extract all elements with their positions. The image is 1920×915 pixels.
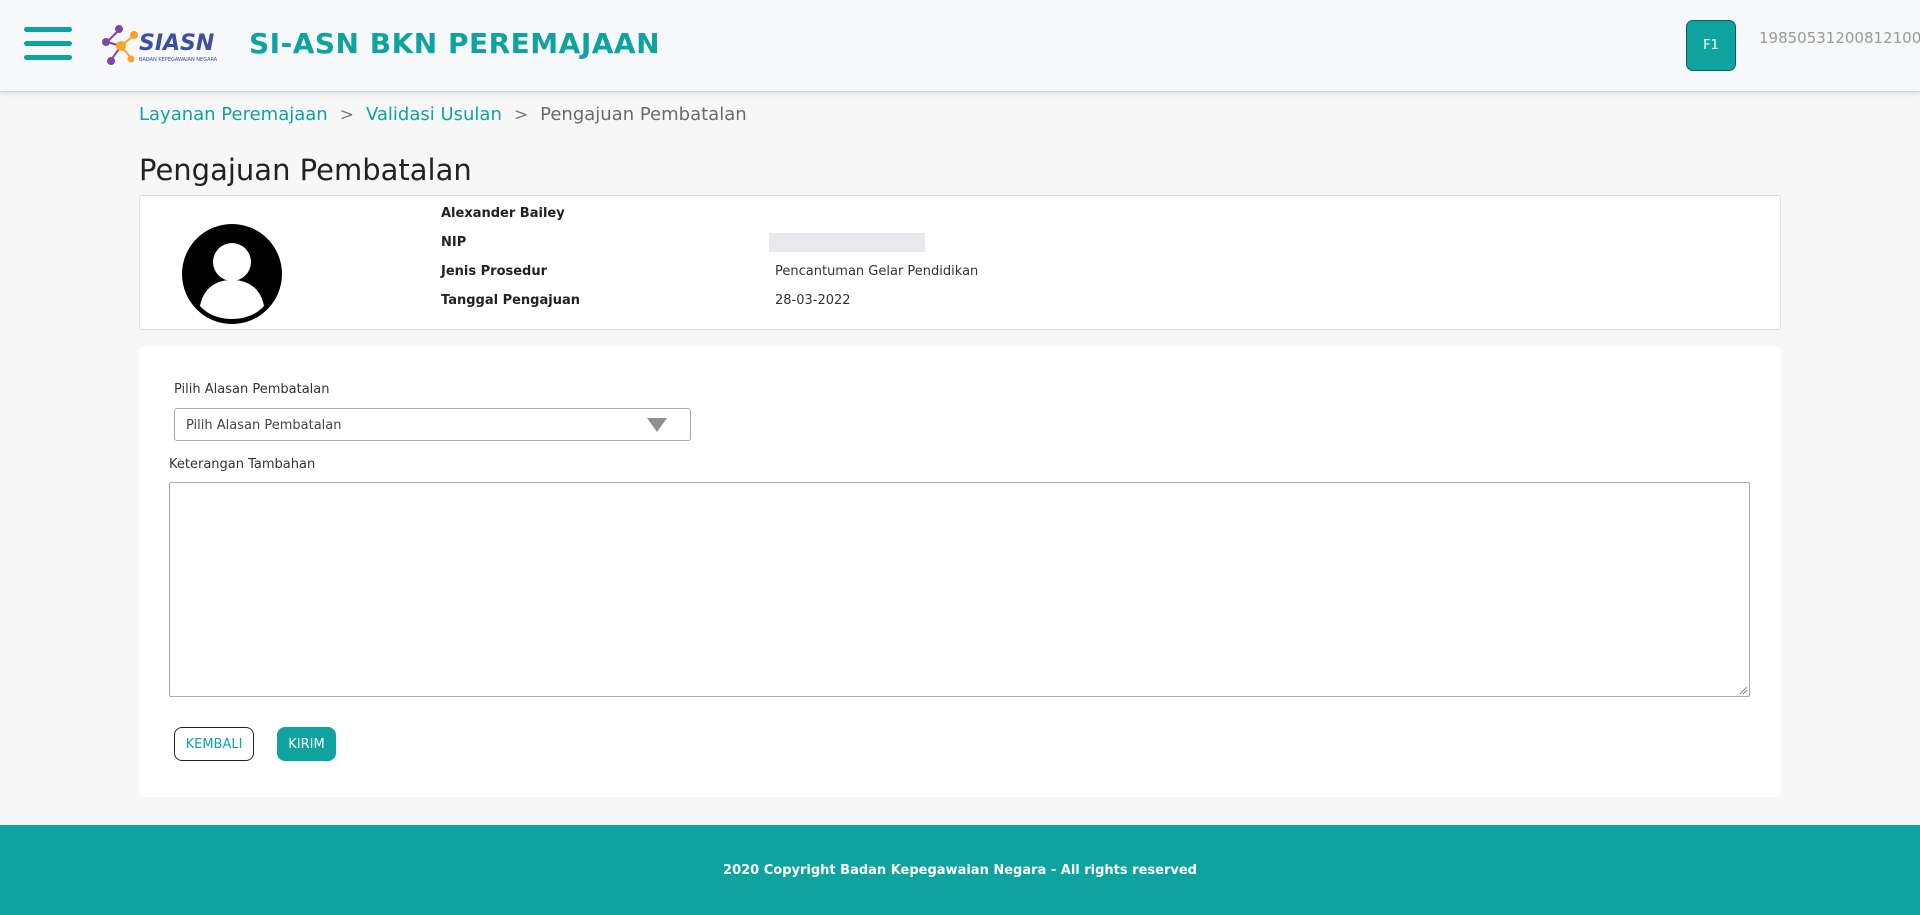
user-avatar-icon [182,224,282,324]
cancellation-form: Pilih Alasan Pembatalan Pilih Alasan Pem… [139,346,1781,797]
reason-select-value: Pilih Alasan Pembatalan [186,418,342,433]
nip-label: NIP [441,235,467,250]
nip-value [769,233,925,252]
top-navbar: SIASN BADAN KEPEGAWAIAN NEGARA SI-ASN BK… [0,0,1920,92]
breadcrumb-link-validasi-usulan[interactable]: Validasi Usulan [366,104,502,125]
profile-name: Alexander Bailey [441,206,565,221]
app-title: SI-ASN BKN PEREMAJAAN [249,27,661,60]
back-button[interactable]: KEMBALI [174,727,254,761]
siasn-logo: SIASN BADAN KEPEGAWAIAN NEGARA [102,25,218,65]
reason-select[interactable]: Pilih Alasan Pembatalan [174,408,691,441]
breadcrumb: Layanan Peremajaan > Validasi Usulan > P… [139,104,747,125]
breadcrumb-separator: > [513,104,529,125]
svg-text:SIASN: SIASN [139,31,214,56]
footer: 2020 Copyright Badan Kepegawaian Negara … [0,825,1920,915]
reason-label: Pilih Alasan Pembatalan [174,382,330,397]
procedure-label: Jenis Prosedur [441,264,548,279]
profile-card: Alexander Bailey NIP Jenis Prosedur Penc… [139,195,1781,330]
resize-grip-icon[interactable] [1739,686,1748,695]
date-value: 28-03-2022 [775,293,851,308]
hamburger-menu-icon[interactable] [24,27,72,63]
notes-label: Keterangan Tambahan [169,457,316,472]
date-label: Tanggal Pengajuan [441,293,581,308]
notes-textarea[interactable] [169,482,1750,697]
copyright-text: 2020 Copyright Badan Kepegawaian Negara … [723,863,1197,878]
user-id: 198505312008121001 [1759,29,1920,47]
page-title: Pengajuan Pembatalan [139,153,472,187]
user-button[interactable]: F1 [1686,20,1736,71]
procedure-value: Pencantuman Gelar Pendidikan [775,264,979,279]
breadcrumb-current: Pengajuan Pembatalan [540,104,747,125]
svg-text:BADAN KEPEGAWAIAN NEGARA: BADAN KEPEGAWAIAN NEGARA [139,57,218,63]
submit-button[interactable]: KIRIM [277,727,336,761]
breadcrumb-separator: > [339,104,354,125]
caret-down-icon [647,418,667,432]
breadcrumb-link-layanan-peremajaan[interactable]: Layanan Peremajaan [139,104,328,125]
